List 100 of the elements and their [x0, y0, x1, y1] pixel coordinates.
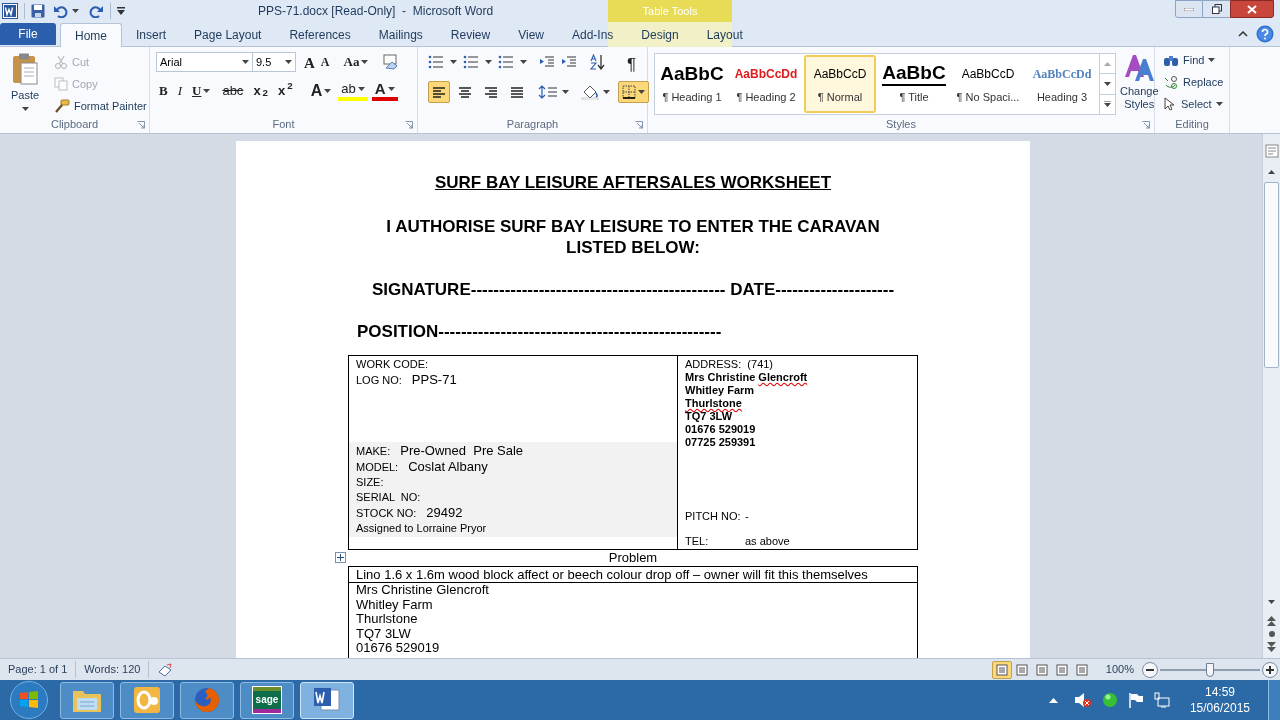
bold-button[interactable]: B — [156, 81, 171, 101]
style-item[interactable]: AaBbC ¶ Heading 1 — [656, 55, 728, 113]
caret-icon[interactable] — [72, 9, 79, 13]
text-effects-button[interactable]: A — [307, 81, 335, 101]
ribbon-tab[interactable]: Page Layout — [180, 23, 276, 46]
caret-icon[interactable] — [21, 106, 29, 111]
caret-icon[interactable] — [387, 87, 395, 91]
numbering-icon[interactable] — [463, 55, 479, 69]
clock-date[interactable]: 15/06/2015 — [1189, 700, 1250, 716]
ribbon-tab[interactable]: Layout — [692, 23, 757, 46]
taskbar-app-button[interactable] — [60, 681, 114, 719]
font-name-field[interactable]: Arial — [156, 52, 253, 72]
style-item[interactable]: AaBbCcDd ¶ Heading 2 — [730, 55, 802, 113]
caret-icon[interactable] — [285, 60, 292, 64]
caret-icon[interactable] — [638, 90, 645, 94]
subscript-button[interactable]: x$_{2}$ — [250, 81, 272, 101]
italic-button[interactable]: I — [174, 81, 185, 101]
gallery-scroll-down-button[interactable] — [1100, 73, 1115, 95]
caret-icon[interactable] — [603, 90, 610, 94]
taskbar-app-button[interactable] — [120, 681, 174, 719]
select-button[interactable]: Select — [1163, 95, 1224, 113]
dialog-launcher-icon[interactable] — [1142, 121, 1150, 129]
network-icon[interactable] — [1153, 692, 1170, 708]
style-item[interactable]: AaBbC ¶ Title — [878, 55, 950, 113]
highlight-button[interactable]: ab — [338, 81, 368, 101]
caret-icon[interactable] — [1208, 58, 1216, 62]
ribbon-tab[interactable]: Review — [436, 23, 505, 46]
caret-icon[interactable] — [1215, 102, 1223, 106]
caret-icon[interactable] — [562, 90, 569, 94]
ribbon-tab[interactable]: References — [275, 23, 365, 46]
ribbon-tab[interactable]: Insert — [122, 23, 181, 46]
save-icon[interactable] — [31, 4, 45, 18]
caret-icon[interactable] — [242, 60, 249, 64]
zoom-in-button[interactable] — [1262, 661, 1278, 678]
caret-icon[interactable] — [357, 87, 365, 91]
caret-icon[interactable] — [485, 60, 492, 64]
close-button[interactable] — [1230, 0, 1274, 18]
table-move-handle-icon[interactable] — [335, 552, 346, 563]
caret-icon[interactable] — [203, 89, 211, 93]
find-button[interactable]: Find — [1163, 51, 1224, 69]
customize-toolbar-icon[interactable] — [117, 7, 125, 15]
decrease-indent-icon[interactable] — [539, 55, 555, 69]
redo-icon[interactable] — [88, 4, 104, 18]
restore-button[interactable] — [1203, 0, 1230, 18]
multilevel-list-icon[interactable] — [498, 55, 514, 69]
clock-time[interactable]: 14:59 — [1204, 684, 1235, 700]
show-formatting-marks-button[interactable]: ¶ — [625, 52, 639, 72]
underline-button[interactable]: U — [189, 81, 214, 101]
replace-button[interactable]: Replace — [1163, 73, 1224, 91]
flag-icon[interactable] — [1127, 692, 1144, 708]
shrink-font-button[interactable]: A — [318, 52, 332, 72]
ribbon-tab[interactable]: Home — [60, 23, 122, 47]
ribbon-tab[interactable]: Add-Ins — [557, 23, 628, 46]
show-hidden-icons-icon[interactable] — [1048, 697, 1058, 703]
dialog-launcher-icon[interactable] — [405, 121, 413, 129]
undo-icon[interactable] — [53, 4, 69, 18]
browse-object-icon[interactable] — [1267, 630, 1276, 638]
previous-page-icon[interactable] — [1267, 616, 1276, 626]
caret-icon[interactable] — [361, 60, 369, 64]
font-color-button[interactable]: A — [371, 81, 398, 101]
change-case-button[interactable]: Aa — [341, 52, 371, 72]
paste-button[interactable]: Paste — [4, 51, 46, 113]
superscript-button[interactable]: x$^{2}$ — [275, 81, 296, 101]
status-circle-icon[interactable] — [1101, 692, 1118, 708]
taskbar-app-button[interactable]: sage — [240, 681, 294, 719]
sort-icon[interactable] — [589, 54, 605, 70]
borders-button[interactable] — [618, 81, 649, 103]
view-button[interactable] — [991, 660, 1012, 679]
zoom-out-button[interactable] — [1142, 661, 1158, 678]
zoom-slider-track[interactable] — [1160, 661, 1260, 678]
ribbon-tab[interactable]: Mailings — [364, 23, 437, 46]
caret-icon[interactable] — [450, 60, 457, 64]
align-left-button[interactable] — [428, 81, 450, 103]
zoom-slider-thumb[interactable] — [1206, 662, 1214, 677]
clipboard-painter-button[interactable]: Format Painter — [54, 97, 147, 115]
caret-icon[interactable] — [324, 89, 332, 93]
font-size-field[interactable]: 9.5 — [253, 52, 296, 72]
bullets-icon[interactable] — [428, 55, 444, 69]
change-styles-button[interactable]: Change Styles — [1120, 51, 1159, 116]
style-item[interactable]: AaBbCcD ¶ No Spaci... — [952, 55, 1024, 113]
start-button[interactable] — [10, 681, 48, 719]
ribbon-tab[interactable]: View — [504, 23, 558, 46]
taskbar-app-button[interactable] — [180, 681, 234, 719]
speaker-muted-icon[interactable] — [1073, 692, 1092, 708]
dialog-launcher-icon[interactable] — [137, 121, 145, 129]
taskbar-app-button[interactable] — [300, 681, 354, 719]
scrollbar-thumb[interactable] — [1264, 182, 1279, 368]
style-item[interactable]: AaBbCcDd Heading 3 — [1026, 55, 1098, 113]
dialog-launcher-icon[interactable] — [635, 121, 643, 129]
increase-indent-icon[interactable] — [561, 55, 577, 69]
shading-icon[interactable] — [581, 84, 599, 100]
proofing-icon[interactable] — [157, 662, 174, 677]
grow-font-button[interactable]: A — [302, 52, 317, 72]
style-item[interactable]: AaBbCcD ¶ Normal — [804, 55, 876, 113]
caret-icon[interactable] — [520, 60, 527, 64]
line-spacing-icon[interactable] — [538, 84, 558, 100]
file-tab[interactable]: File — [0, 23, 56, 45]
help-icon[interactable] — [1256, 25, 1274, 43]
next-page-icon[interactable] — [1267, 642, 1276, 652]
strikethrough-button[interactable]: abc — [219, 81, 247, 101]
